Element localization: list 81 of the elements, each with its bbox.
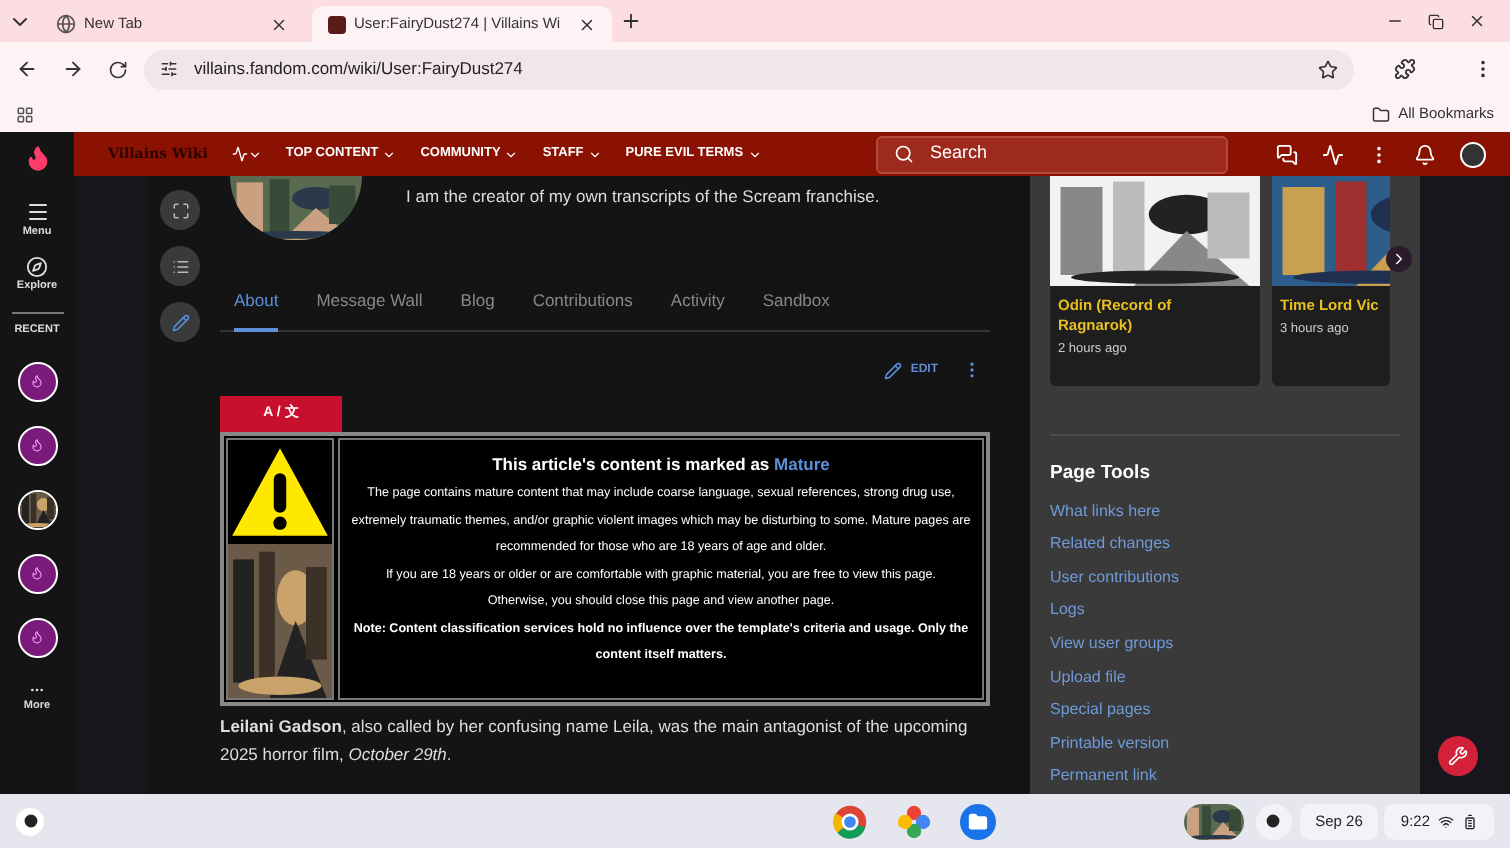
flame-icon bbox=[30, 438, 44, 453]
browser-icon[interactable] bbox=[831, 803, 868, 839]
close-icon[interactable] bbox=[1468, 12, 1486, 30]
user-avatar[interactable] bbox=[1460, 141, 1486, 168]
edit-button[interactable] bbox=[160, 302, 200, 343]
restore-icon[interactable] bbox=[1428, 13, 1444, 29]
page-tool-link[interactable]: Special pages bbox=[1050, 694, 1151, 728]
page-tool-link[interactable]: User contributions bbox=[1050, 561, 1179, 595]
recent-wiki-button[interactable] bbox=[17, 489, 57, 530]
profile-tab[interactable]: Message Wall bbox=[316, 280, 423, 333]
page-tool-link[interactable]: Printable version bbox=[1050, 727, 1170, 761]
profile-tab[interactable]: Sandbox bbox=[762, 280, 830, 333]
search-icon bbox=[894, 144, 914, 165]
pencil-icon bbox=[171, 313, 189, 332]
profile-tab[interactable]: Activity bbox=[670, 280, 725, 333]
folder-icon bbox=[1372, 105, 1391, 123]
menu-icon bbox=[25, 200, 49, 224]
globe-icon bbox=[56, 14, 76, 34]
wrench-icon bbox=[1448, 746, 1468, 767]
extensions-icon[interactable] bbox=[1394, 58, 1416, 80]
page-tool-link[interactable]: Related changes bbox=[1050, 528, 1171, 562]
caret-icon bbox=[587, 147, 602, 162]
chevron-right-icon bbox=[1390, 250, 1408, 269]
photos-icon[interactable] bbox=[895, 803, 932, 839]
site-info-icon[interactable] bbox=[160, 60, 178, 78]
page-tool-link[interactable]: Logs bbox=[1050, 594, 1085, 629]
carousel-next-button[interactable] bbox=[1386, 246, 1412, 273]
battery-icon bbox=[1462, 813, 1479, 829]
flame-icon bbox=[30, 374, 44, 389]
table-of-contents-button[interactable] bbox=[160, 246, 200, 287]
page-tools-heading: Page Tools bbox=[1050, 460, 1152, 489]
compass-icon bbox=[26, 256, 48, 279]
caret-icon bbox=[504, 147, 519, 162]
page-tool-link[interactable]: Permanent link bbox=[1050, 760, 1157, 794]
profile-tab[interactable]: Blog bbox=[460, 280, 495, 333]
caret-icon bbox=[382, 147, 397, 162]
fullscreen-button[interactable] bbox=[160, 190, 200, 231]
profile-tab[interactable]: About bbox=[234, 280, 279, 333]
site-favicon-icon bbox=[328, 15, 346, 33]
recent-wiki-button[interactable] bbox=[17, 361, 57, 402]
intro-paragraph: Leilani Gadson, also called by her confusing name Leila, was the main antagonist of the upcoming 2025 horror film, October 29th. bbox=[220, 714, 970, 769]
forward-icon[interactable] bbox=[62, 58, 84, 80]
fullscreen-icon bbox=[171, 201, 189, 220]
flame-icon bbox=[30, 630, 44, 645]
page-tool-link[interactable]: Upload file bbox=[1050, 661, 1126, 695]
apps-icon[interactable] bbox=[16, 105, 34, 123]
wifi-icon bbox=[1438, 813, 1455, 829]
search-field[interactable]: Search bbox=[876, 135, 1228, 174]
wiki-menu-button[interactable] bbox=[231, 146, 262, 163]
files-button[interactable] bbox=[959, 803, 996, 839]
fandom-logo-icon[interactable] bbox=[23, 144, 51, 172]
caret-icon bbox=[747, 147, 762, 162]
back-icon[interactable] bbox=[16, 58, 38, 80]
notice-title: This article's content is marked as bbox=[492, 454, 772, 475]
profile-tab[interactable]: Contributions bbox=[532, 280, 633, 333]
launcher-icon bbox=[23, 814, 37, 828]
discussions-icon[interactable] bbox=[1276, 143, 1298, 166]
reload-icon[interactable] bbox=[108, 59, 128, 79]
record-icon bbox=[1266, 814, 1281, 828]
mature-link[interactable]: Mature bbox=[774, 454, 830, 475]
flame-icon bbox=[30, 566, 44, 581]
close-icon[interactable] bbox=[578, 15, 596, 33]
page-tool-link[interactable]: What links here bbox=[1050, 495, 1161, 529]
launcher-button[interactable] bbox=[16, 807, 44, 835]
new-tab-icon[interactable] bbox=[620, 10, 642, 32]
folder-icon bbox=[967, 811, 988, 831]
activity-icon[interactable] bbox=[1322, 143, 1344, 166]
screen-capture-button[interactable] bbox=[1255, 803, 1292, 839]
profile-bio: I am the creator of my own transcripts of the Scream franchise. bbox=[406, 184, 880, 211]
bookmark-star-icon[interactable] bbox=[1318, 59, 1338, 79]
notifications-icon[interactable] bbox=[1414, 143, 1436, 166]
tools-button[interactable] bbox=[1438, 736, 1478, 777]
list-icon bbox=[171, 257, 189, 276]
recent-wiki-button[interactable] bbox=[17, 553, 57, 594]
recent-wiki-button[interactable] bbox=[17, 617, 57, 658]
caret-icon bbox=[247, 147, 262, 162]
pencil-icon bbox=[884, 361, 903, 380]
recent-wiki-button[interactable] bbox=[17, 425, 57, 466]
close-icon[interactable] bbox=[270, 15, 288, 33]
page-tool-link[interactable]: View user groups bbox=[1050, 628, 1174, 662]
address-field[interactable]: villains.fandom.com/wiki/User:FairyDust274 bbox=[144, 49, 1354, 89]
